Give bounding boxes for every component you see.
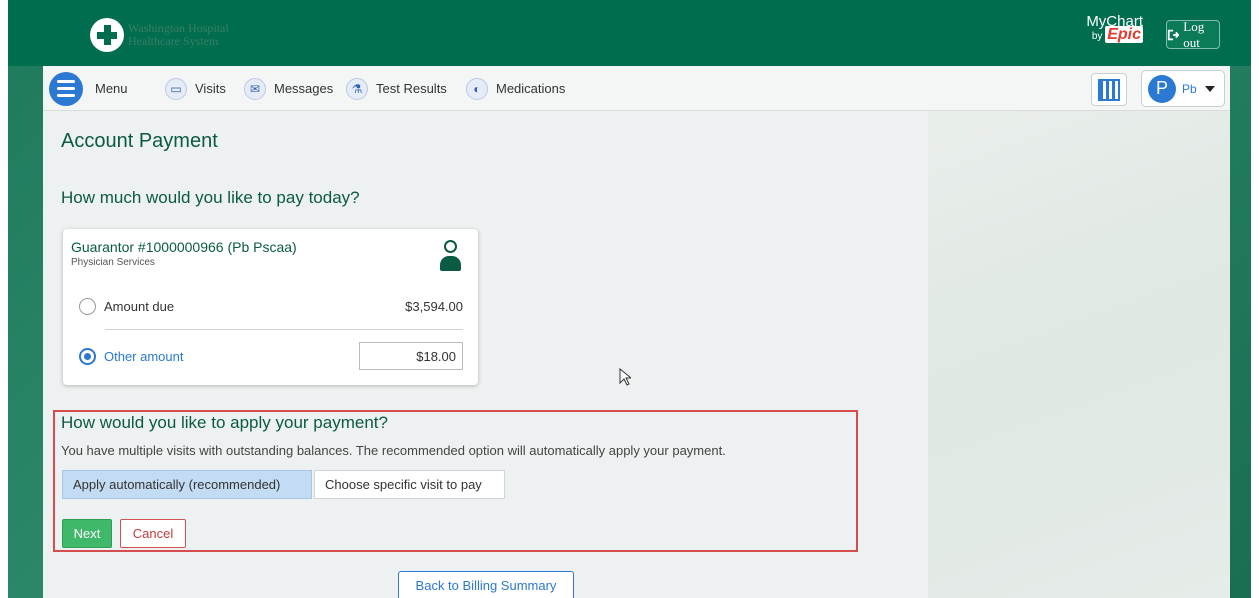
- qr-code-icon: [1098, 78, 1120, 101]
- menu-button[interactable]: Menu: [49, 66, 128, 111]
- nav-visits[interactable]: ▭ Visits: [165, 66, 226, 111]
- amount-due-option[interactable]: Amount due $3,594.00: [79, 298, 463, 315]
- user-name: Pb: [1182, 81, 1197, 96]
- amount-due-label: Amount due: [104, 299, 175, 314]
- logout-icon: [1167, 29, 1180, 40]
- avatar: P: [1148, 74, 1176, 103]
- logout-label: Log out: [1183, 18, 1205, 50]
- qr-code-button[interactable]: [1091, 73, 1127, 106]
- person-icon: [438, 237, 462, 273]
- apply-payment-title: How would you like to apply your payment…: [61, 413, 388, 432]
- nav-bar: Menu ▭ Visits ✉ Messages ⚗ Test Results …: [43, 66, 1230, 111]
- org-logo[interactable]: Washington Hospital Healthcare System: [90, 18, 229, 52]
- epic-label: Epic: [1105, 26, 1143, 43]
- amount-due-value: $3,594.00: [405, 299, 463, 314]
- amount-due-radio[interactable]: [79, 298, 96, 315]
- back-to-billing-summary-button[interactable]: Back to Billing Summary: [398, 571, 574, 598]
- pill-icon: ◐: [466, 77, 488, 100]
- nav-messages[interactable]: ✉ Messages: [244, 66, 333, 111]
- org-name-line2: Healthcare System: [128, 34, 219, 48]
- medical-cross-icon: [90, 18, 124, 52]
- nav-medications-label: Medications: [496, 81, 566, 96]
- payment-question: How much would you like to pay today?: [61, 188, 360, 207]
- other-amount-radio[interactable]: [79, 347, 96, 365]
- next-button[interactable]: Next: [62, 519, 112, 548]
- apply-automatically-button[interactable]: Apply automatically (recommended): [62, 470, 312, 499]
- user-menu[interactable]: P Pb: [1141, 70, 1225, 107]
- nav-messages-label: Messages: [274, 81, 334, 96]
- hamburger-icon: [49, 71, 83, 106]
- nav-test-results-label: Test Results: [376, 81, 447, 96]
- mouse-cursor-icon: [619, 367, 633, 386]
- guarantor-title: Guarantor #1000000966 (Pb Pscaa): [71, 239, 297, 255]
- nav-test-results[interactable]: ⚗ Test Results: [346, 66, 447, 111]
- calendar-icon: ▭: [165, 77, 187, 100]
- guarantor-subtitle: Physician Services: [71, 257, 155, 268]
- choose-specific-visit-button[interactable]: Choose specific visit to pay: [314, 470, 505, 499]
- other-amount-option[interactable]: Other amount: [79, 342, 463, 370]
- main-content: Account Payment How much would you like …: [43, 111, 928, 598]
- by-label: by: [1091, 31, 1103, 42]
- option-divider: [105, 329, 463, 330]
- mychart-logo: MyChart by Epic: [1086, 14, 1143, 43]
- logout-button[interactable]: Log out: [1166, 18, 1220, 50]
- top-header: Washington Hospital Healthcare System My…: [8, 0, 1251, 66]
- caret-down-icon: [1204, 85, 1215, 92]
- app-frame: Washington Hospital Healthcare System My…: [8, 0, 1251, 598]
- guarantor-card: Guarantor #1000000966 (Pb Pscaa) Physici…: [63, 229, 478, 385]
- page-title: Account Payment: [61, 130, 218, 152]
- epic-wordmark: by Epic: [1086, 26, 1143, 43]
- envelope-icon: ✉: [244, 77, 266, 100]
- org-name: Washington Hospital Healthcare System: [128, 22, 229, 48]
- other-amount-label: Other amount: [104, 348, 184, 364]
- nav-medications[interactable]: ◐ Medications: [466, 66, 565, 111]
- cancel-button[interactable]: Cancel: [120, 519, 186, 548]
- other-amount-input[interactable]: [359, 342, 463, 370]
- right-side-panel: [928, 111, 1230, 598]
- apply-payment-description: You have multiple visits with outstandin…: [61, 443, 726, 458]
- flask-icon: ⚗: [346, 77, 368, 100]
- nav-visits-label: Visits: [195, 81, 226, 96]
- menu-label: Menu: [95, 81, 128, 96]
